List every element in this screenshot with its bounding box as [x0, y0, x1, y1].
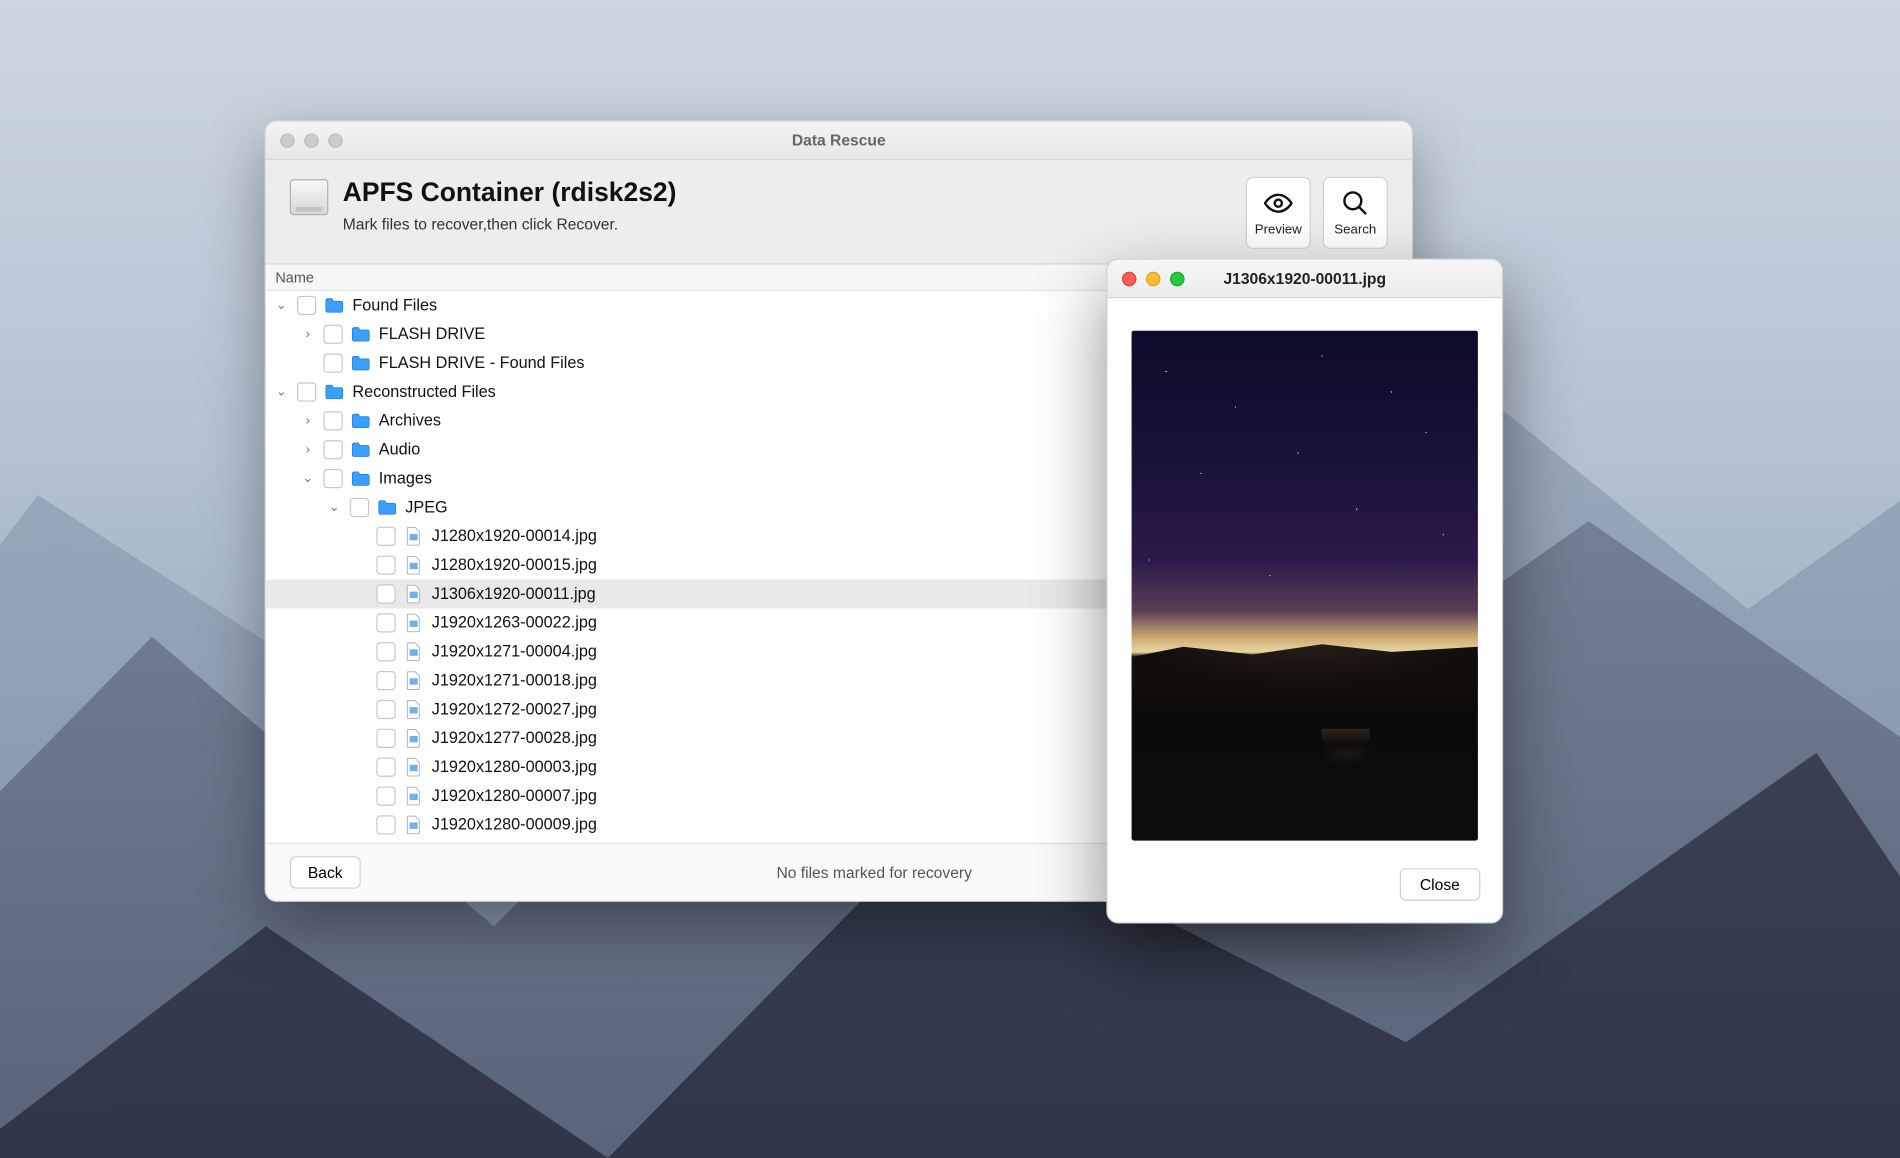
row-checkbox[interactable] — [323, 468, 342, 487]
preview-image-land — [1132, 637, 1478, 688]
preview-button-label: Preview — [1255, 222, 1302, 236]
indent — [266, 362, 300, 363]
indent — [266, 535, 353, 536]
folder-icon — [323, 294, 345, 316]
preview-title: J1306x1920-00011.jpg — [1223, 269, 1386, 287]
image-file-icon — [403, 727, 425, 749]
minimize-window-icon[interactable] — [1146, 271, 1160, 285]
folder-icon — [350, 467, 372, 489]
disclosure-triangle-icon[interactable]: ⌄ — [299, 470, 316, 486]
close-window-icon[interactable] — [1122, 271, 1136, 285]
indent — [266, 477, 300, 478]
disclosure-triangle-icon[interactable]: › — [299, 442, 316, 456]
main-titlebar[interactable]: Data Rescue — [266, 121, 1412, 159]
preview-footer: Close — [1108, 851, 1502, 922]
indent — [266, 333, 300, 334]
image-file-icon — [403, 785, 425, 807]
row-checkbox[interactable] — [376, 584, 395, 603]
page-title: APFS Container (rdisk2s2) — [343, 177, 1232, 208]
image-file-icon — [403, 525, 425, 547]
close-button[interactable]: Close — [1399, 868, 1480, 900]
indent — [266, 651, 353, 652]
window-controls — [1122, 271, 1185, 285]
folder-icon — [350, 438, 372, 460]
folder-icon — [376, 496, 398, 518]
close-window-icon[interactable] — [280, 133, 294, 147]
row-checkbox[interactable] — [376, 670, 395, 689]
search-button[interactable]: Search — [1323, 177, 1388, 249]
row-checkbox[interactable] — [297, 382, 316, 401]
indent — [266, 593, 353, 594]
indent — [266, 420, 300, 421]
row-checkbox[interactable] — [376, 642, 395, 661]
row-checkbox[interactable] — [376, 815, 395, 834]
window-controls — [280, 133, 343, 147]
preview-image-boat — [1322, 728, 1370, 745]
page-subtitle: Mark files to recover,then click Recover… — [343, 215, 1232, 233]
search-button-label: Search — [1334, 222, 1376, 236]
row-checkbox[interactable] — [376, 613, 395, 632]
preview-titlebar[interactable]: J1306x1920-00011.jpg — [1108, 260, 1502, 298]
indent — [266, 766, 353, 767]
window-header: APFS Container (rdisk2s2) Mark files to … — [266, 160, 1412, 265]
indent — [266, 708, 353, 709]
zoom-window-icon[interactable] — [328, 133, 342, 147]
image-file-icon — [403, 611, 425, 633]
indent — [266, 622, 353, 623]
disclosure-triangle-icon[interactable]: ⌄ — [273, 297, 290, 313]
preview-button[interactable]: Preview — [1246, 177, 1311, 249]
row-checkbox[interactable] — [350, 497, 369, 516]
indent — [266, 795, 353, 796]
indent — [266, 449, 300, 450]
row-checkbox[interactable] — [376, 555, 395, 574]
row-checkbox[interactable] — [376, 786, 395, 805]
indent — [266, 564, 353, 565]
disclosure-triangle-icon[interactable]: › — [299, 326, 316, 340]
zoom-window-icon[interactable] — [1170, 271, 1184, 285]
image-file-icon — [403, 669, 425, 691]
row-checkbox[interactable] — [297, 295, 316, 314]
search-icon — [1341, 189, 1370, 218]
row-checkbox[interactable] — [376, 728, 395, 747]
image-file-icon — [403, 698, 425, 720]
row-checkbox[interactable] — [323, 440, 342, 459]
preview-body — [1108, 298, 1502, 851]
back-button[interactable]: Back — [290, 856, 361, 888]
window-title: Data Rescue — [792, 131, 886, 149]
image-file-icon — [403, 554, 425, 576]
folder-icon — [350, 409, 372, 431]
image-file-icon — [403, 814, 425, 836]
indent — [266, 824, 353, 825]
disclosure-triangle-icon[interactable]: ⌄ — [273, 384, 290, 400]
folder-icon — [350, 352, 372, 374]
row-checkbox[interactable] — [376, 699, 395, 718]
image-file-icon — [403, 583, 425, 605]
minimize-window-icon[interactable] — [304, 133, 318, 147]
folder-icon — [323, 381, 345, 403]
indent — [266, 391, 273, 392]
disclosure-triangle-icon[interactable]: ⌄ — [326, 499, 343, 515]
row-checkbox[interactable] — [323, 324, 342, 343]
indent — [266, 679, 353, 680]
preview-image — [1132, 331, 1478, 841]
row-checkbox[interactable] — [323, 411, 342, 430]
image-file-icon — [403, 640, 425, 662]
indent — [266, 304, 273, 305]
desktop-background: Data Rescue APFS Container (rdisk2s2) Ma… — [0, 0, 1900, 1158]
disclosure-triangle-icon[interactable]: › — [299, 413, 316, 427]
row-checkbox[interactable] — [323, 353, 342, 372]
folder-icon — [350, 323, 372, 345]
row-checkbox[interactable] — [376, 526, 395, 545]
indent — [266, 506, 326, 507]
image-file-icon — [403, 756, 425, 778]
indent — [266, 737, 353, 738]
eye-icon — [1264, 189, 1293, 218]
preview-window: J1306x1920-00011.jpg Close — [1106, 259, 1503, 924]
drive-icon — [290, 179, 328, 215]
row-checkbox[interactable] — [376, 757, 395, 776]
